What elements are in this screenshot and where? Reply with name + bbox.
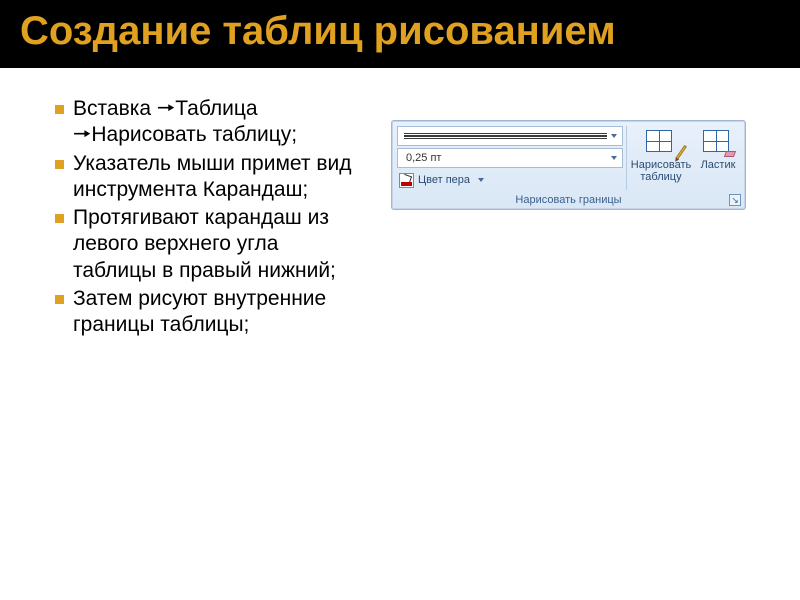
pen-color-icon [399, 173, 414, 188]
border-line-weight-dropdown[interactable]: 0,25 пт [397, 148, 623, 168]
list-item: Протягивают карандаш из левого верхнего … [55, 205, 365, 284]
list-item: Затем рисуют внутренние границы таблицы; [55, 286, 365, 339]
ribbon-column: 0,25 пт Цвет пера [365, 96, 746, 340]
border-style-group: 0,25 пт Цвет пера [395, 124, 625, 192]
ribbon-inner: 0,25 пт Цвет пера [392, 121, 745, 192]
line-weight-value: 0,25 пт [404, 152, 441, 164]
slide-title: Создание таблиц рисованием [20, 8, 780, 54]
eraser-label: Ластик [701, 160, 736, 172]
ribbon-draw-borders-panel: 0,25 пт Цвет пера [391, 120, 746, 210]
slide-content: Вставка 🠖Таблица 🠖Нарисовать таблицу; Ук… [0, 72, 800, 340]
dialog-launcher-icon[interactable]: ↘ [729, 194, 741, 206]
chevron-down-icon [474, 174, 487, 186]
title-band: Создание таблиц рисованием [0, 0, 800, 72]
eraser-button[interactable]: Ластик [694, 124, 742, 192]
line-style-preview-icon [404, 133, 607, 139]
pen-color-dropdown[interactable]: Цвет пера [397, 170, 623, 190]
draw-table-icon [644, 128, 678, 158]
eraser-icon [701, 128, 735, 158]
separator [626, 126, 627, 190]
draw-table-label: Нарисовать таблицу [629, 160, 693, 183]
chevron-down-icon [607, 152, 620, 164]
chevron-down-icon [607, 130, 620, 142]
bullet-list: Вставка 🠖Таблица 🠖Нарисовать таблицу; Ук… [55, 96, 365, 338]
pen-color-label: Цвет пера [418, 174, 470, 186]
list-item: Вставка 🠖Таблица 🠖Нарисовать таблицу; [55, 96, 365, 149]
border-line-style-dropdown[interactable] [397, 126, 623, 146]
draw-table-button[interactable]: Нарисовать таблицу [628, 124, 694, 192]
list-item: Указатель мыши примет вид инструмента Ка… [55, 151, 365, 204]
bullet-column: Вставка 🠖Таблица 🠖Нарисовать таблицу; Ук… [55, 96, 365, 340]
panel-caption-text: Нарисовать границы [515, 194, 621, 206]
ribbon-panel-caption: Нарисовать границы ↘ [392, 192, 745, 209]
